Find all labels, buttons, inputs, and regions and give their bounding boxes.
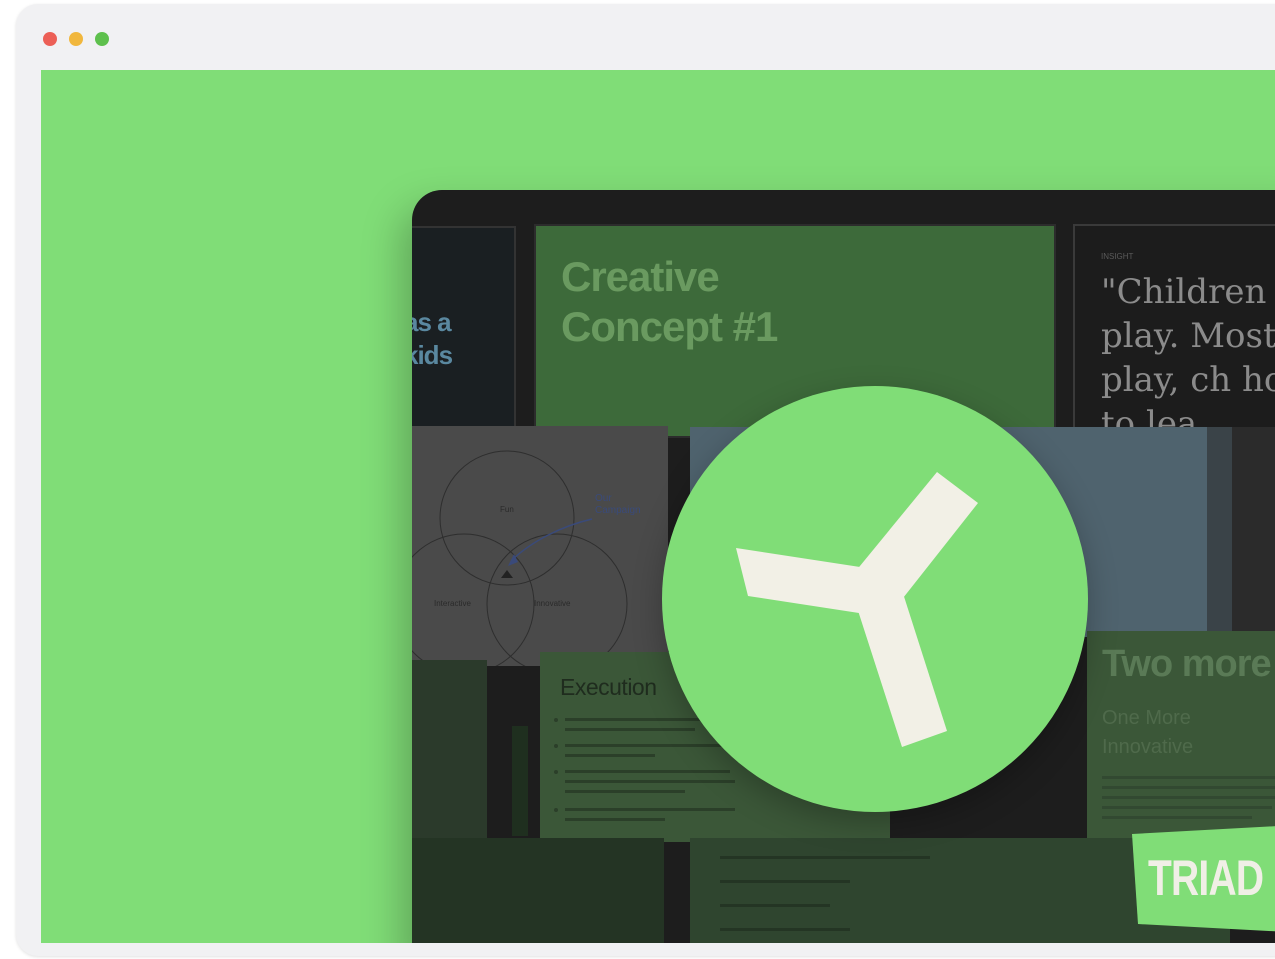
bottom-list-line	[720, 856, 930, 859]
card-photo-strip	[512, 726, 528, 836]
card-photo-bottom	[412, 838, 664, 943]
two-more-line	[1102, 816, 1252, 819]
minimize-window-button[interactable]	[69, 32, 83, 46]
execution-bullet	[554, 808, 558, 812]
card-venn-diagram: Fun Interactive Innovative Our Campaign	[412, 426, 668, 666]
triad-y-logo-icon	[662, 386, 1088, 812]
creative-concept-title: Creative Concept #1	[561, 253, 778, 350]
two-more-line	[1102, 786, 1275, 789]
card-quote: INSIGHT "Children play. Most in play, ch…	[1073, 224, 1275, 438]
zoom-window-button[interactable]	[95, 32, 109, 46]
execution-line	[565, 754, 655, 757]
execution-bullet	[554, 744, 558, 748]
card-two-more: Two more One More Innovative	[1087, 631, 1275, 841]
triad-logo	[662, 386, 1088, 812]
two-more-subtitle: One More Innovative	[1102, 707, 1194, 758]
execution-bullet	[554, 770, 558, 774]
app-window: as a kids Creative Concept #1 INSIGHT "C…	[16, 4, 1275, 956]
card-left-text: as a kids	[412, 226, 516, 435]
venn-label-left: Interactive	[434, 599, 471, 608]
bottom-list-line	[720, 928, 850, 931]
board-preview: as a kids Creative Concept #1 INSIGHT "C…	[412, 190, 1275, 943]
venn-diagram	[412, 450, 628, 666]
card-photo-foliage	[412, 660, 487, 840]
two-more-line	[1102, 776, 1275, 779]
two-more-title: Two more	[1102, 643, 1272, 685]
execution-title: Execution	[560, 674, 657, 700]
bottom-list-line	[720, 904, 830, 907]
execution-bullet	[554, 718, 558, 722]
two-more-line	[1102, 796, 1275, 799]
two-more-line	[1102, 806, 1272, 809]
venn-note: Our Campaign	[595, 493, 641, 516]
triad-badge-label: TRIAD	[1148, 850, 1264, 906]
hero-canvas: as a kids Creative Concept #1 INSIGHT "C…	[41, 70, 1275, 943]
triad-badge: TRIAD	[1128, 826, 1275, 932]
execution-line	[565, 818, 665, 821]
close-window-button[interactable]	[43, 32, 57, 46]
quote-label: INSIGHT	[1101, 252, 1134, 261]
bottom-list-line	[720, 880, 850, 883]
quote-text: "Children play. Most in play, ch how to …	[1101, 272, 1275, 438]
card-left-label: as a kids	[412, 307, 453, 370]
card-photo-dark	[1232, 427, 1275, 637]
venn-label-top: Fun	[500, 505, 514, 514]
venn-label-right: Innovative	[534, 599, 571, 608]
